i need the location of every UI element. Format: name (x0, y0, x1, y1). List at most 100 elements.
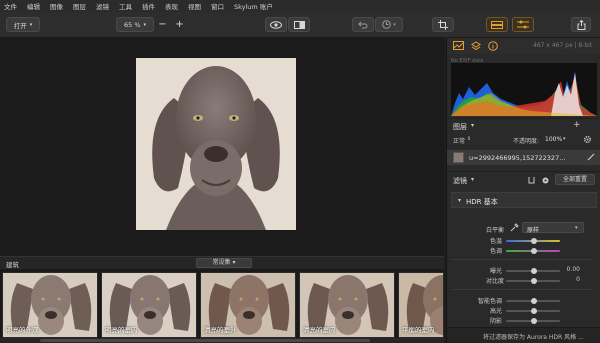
slider-knob[interactable] (531, 318, 537, 324)
info-tab-icon[interactable] (488, 41, 498, 51)
save-look-bar[interactable]: 将过滤器保存为 Aurora HDR 风格 ... (447, 327, 600, 343)
presets-header: 建筑 常设集 ▾ (0, 256, 444, 269)
preset-set-dropdown[interactable]: 常设集 ▾ (196, 258, 252, 268)
add-layer-button[interactable]: + (573, 120, 581, 130)
slider-knob[interactable] (531, 278, 537, 284)
presets-category-title: 建筑 (6, 261, 19, 269)
smart-tone-slider[interactable] (506, 298, 560, 304)
white-balance-label: 白平衡 (486, 227, 505, 234)
chevron-down-icon: ▾ (575, 225, 578, 231)
filters-title: 滤镜 (453, 177, 467, 185)
slider-knob[interactable] (531, 238, 537, 244)
slider-knob[interactable] (531, 268, 537, 274)
layers-title: 图层 (453, 123, 467, 131)
histogram-tab-icon[interactable] (453, 41, 464, 50)
mask-icon[interactable] (527, 176, 536, 185)
menu-file[interactable]: 文件 (4, 1, 17, 11)
menu-filter[interactable]: 滤镜 (96, 1, 109, 11)
image-canvas[interactable] (0, 38, 444, 256)
preset-thumb[interactable]: 明亮的室内 (101, 272, 197, 338)
eyedropper-icon[interactable] (510, 223, 519, 232)
menu-tools[interactable]: 工具 (119, 1, 132, 11)
opacity-value[interactable]: 100% (545, 136, 562, 143)
zoom-dropdown[interactable]: 65 % ▾ (116, 17, 154, 32)
open-button[interactable]: 打开 ▾ (6, 17, 40, 32)
adjustments-toggle[interactable] (512, 17, 534, 32)
filmstrip-scrollbar[interactable] (0, 338, 444, 343)
exposure-slider[interactable] (506, 268, 560, 274)
slider-label: 阴影 (490, 318, 503, 325)
menu-bar: 文件 编辑 图像 图层 滤镜 工具 插件 表现 视图 窗口 Skylum 账户 (0, 0, 600, 12)
histogram (451, 63, 597, 116)
preset-thumb[interactable]: 明亮的外观 (2, 272, 98, 338)
menu-appearance[interactable]: 表现 (165, 1, 178, 11)
preset-thumb[interactable]: 清亮的室内 (299, 272, 395, 338)
menu-window[interactable]: 窗口 (211, 1, 224, 11)
chevron-updown-icon: ⇕ (467, 136, 472, 142)
shadows-slider[interactable] (506, 318, 560, 324)
filters-section: 滤镜 ▾ 全部重置 ▾ HDR 基本 (447, 171, 600, 343)
reset-all-label: 全部重置 (562, 176, 587, 183)
layer-row[interactable]: u=2992466995,152722327... (447, 150, 600, 165)
reset-all-button[interactable]: 全部重置 (555, 174, 595, 185)
panels-icon (491, 20, 503, 29)
preset-label: 清亮的室外 (204, 326, 237, 334)
divider (452, 289, 592, 290)
temperature-slider[interactable] (506, 238, 560, 244)
brush-icon[interactable] (587, 153, 595, 161)
contrast-slider[interactable] (506, 278, 560, 284)
dog-photo (136, 58, 296, 230)
crop-button[interactable] (432, 17, 454, 32)
chevron-down-icon[interactable]: ▾ (471, 176, 474, 183)
contrast-value[interactable]: 0 (558, 276, 580, 283)
share-button[interactable] (571, 17, 591, 32)
preview-eye-button[interactable] (265, 17, 287, 32)
split-view-icon (293, 20, 305, 29)
tint-slider[interactable] (506, 248, 560, 254)
preset-thumb[interactable]: 清亮的室外 (200, 272, 296, 338)
layer-settings-gear-icon[interactable] (583, 135, 592, 144)
exposure-value[interactable]: 0.00 (558, 266, 580, 273)
preset-set-label: 常设集 (212, 259, 231, 266)
divider (452, 259, 592, 260)
menu-view[interactable]: 视图 (188, 1, 201, 11)
menu-image[interactable]: 图像 (50, 1, 63, 11)
chevron-down-icon[interactable]: ▾ (471, 122, 474, 129)
zoom-in-button[interactable]: + (172, 17, 187, 32)
blend-mode-select[interactable]: 正常 (453, 136, 465, 145)
hdr-basic-title: HDR 基本 (466, 197, 498, 206)
settings-gear-icon[interactable] (541, 176, 550, 185)
toolbar: 打开 ▾ 65 % ▾ − + ▾ (0, 12, 600, 38)
hdr-basic-header[interactable]: ▾ HDR 基本 (451, 192, 597, 208)
menu-skylum-account[interactable]: Skylum 账户 (234, 1, 273, 11)
slider-knob[interactable] (531, 298, 537, 304)
layers-panel-toggle[interactable] (486, 17, 508, 32)
open-label: 打开 (13, 21, 27, 30)
menu-edit[interactable]: 编辑 (27, 1, 40, 11)
menu-layer[interactable]: 图层 (73, 1, 86, 11)
scrollbar-thumb[interactable] (40, 339, 370, 342)
share-icon (577, 19, 585, 30)
preset-thumb[interactable]: 平衡的室内 (398, 272, 444, 338)
slider-knob[interactable] (531, 248, 537, 254)
menu-plugins[interactable]: 插件 (142, 1, 155, 11)
zoom-out-button[interactable]: − (155, 17, 170, 32)
slider-label: 色温 (490, 238, 503, 245)
compare-button[interactable] (288, 17, 310, 32)
highlights-slider[interactable] (506, 308, 560, 314)
slider-label: 色调 (490, 248, 503, 255)
undo-button[interactable] (352, 17, 374, 32)
history-button[interactable]: ▾ (375, 17, 403, 32)
slider-knob[interactable] (531, 308, 537, 314)
chevron-down-icon: ▾ (143, 21, 147, 28)
save-look-button[interactable]: 将过滤器保存为 Aurora HDR 风格 ... (483, 332, 584, 341)
preset-label: 明亮的室内 (105, 326, 138, 334)
white-balance-value: 原样 (527, 227, 540, 234)
chevron-down-icon: ▾ (29, 21, 33, 28)
chevron-down-icon: ▾ (393, 21, 396, 28)
white-balance-select[interactable]: 原样 ▾ (522, 222, 584, 234)
slider-label: 对比度 (486, 278, 505, 285)
layers-tab-icon[interactable] (471, 41, 481, 51)
eye-icon (270, 20, 282, 29)
chevron-down-icon: ▾ (232, 259, 236, 266)
